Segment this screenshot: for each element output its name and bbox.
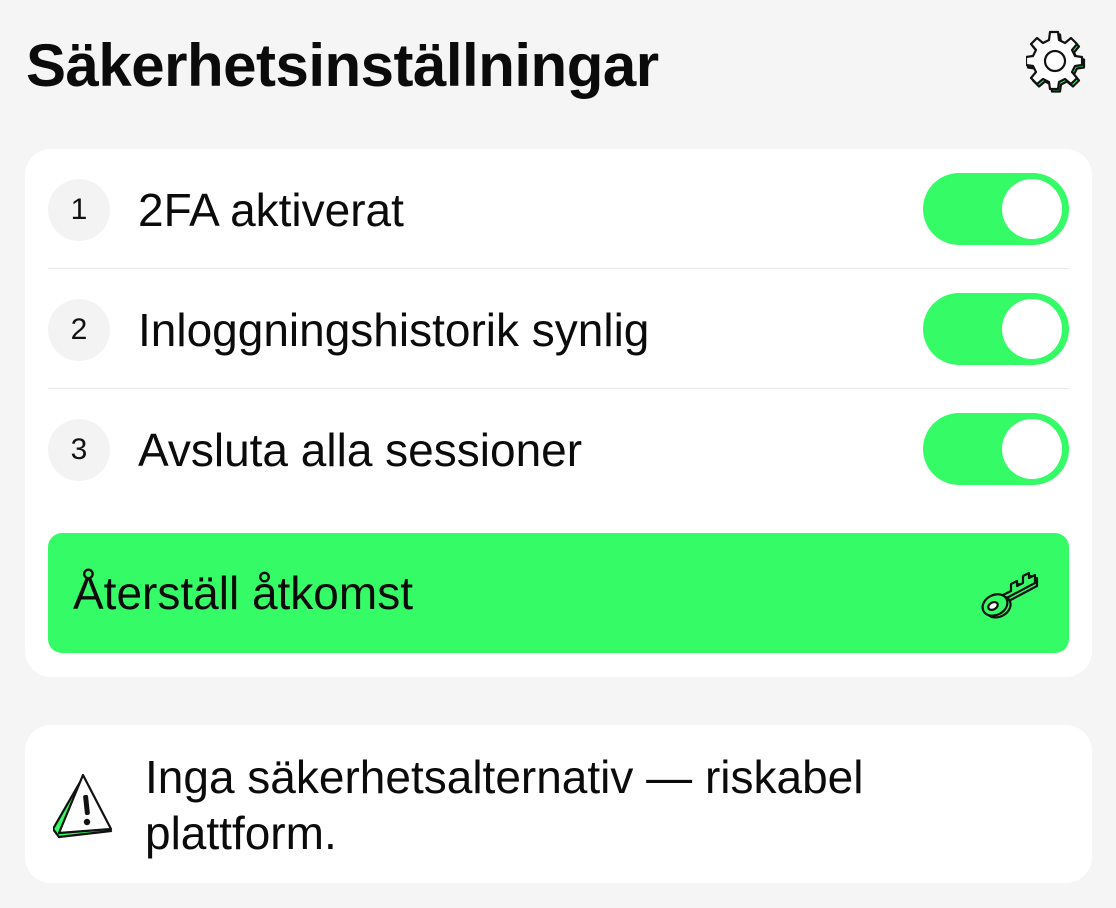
setting-row-login-history: 2 Inloggningshistorik synlig [48,269,1069,389]
reset-access-label: Återställ åtkomst [73,567,413,619]
row-label: 2FA aktiverat [138,184,404,236]
settings-card: 1 2FA aktiverat 2 Inloggningshistorik sy… [25,149,1092,677]
row-number: 3 [48,419,110,481]
setting-row-end-sessions: 3 Avsluta alla sessioner [48,389,1069,509]
row-label: Inloggningshistorik synlig [138,304,650,356]
warning-notice: Inga säkerhetsalternativ — riskabel plat… [25,725,1092,883]
gear-icon[interactable] [1024,30,1086,96]
notice-text: Inga säkerhetsalternativ — riskabel plat… [145,751,864,859]
key-icon [979,561,1043,625]
warning-icon [51,771,117,839]
toggle-login-history[interactable] [923,293,1069,365]
toggle-end-sessions[interactable] [923,413,1069,485]
toggle-2fa[interactable] [923,173,1069,245]
row-number: 1 [48,179,110,241]
toggle-knob [1002,299,1062,359]
reset-access-button[interactable]: Återställ åtkomst [48,533,1069,653]
toggle-knob [1002,419,1062,479]
toggle-knob [1002,179,1062,239]
setting-row-2fa: 1 2FA aktiverat [48,149,1069,269]
page-title: Säkerhetsinställningar [26,32,659,99]
row-label: Avsluta alla sessioner [138,424,583,476]
header: Säkerhetsinställningar [26,24,1090,108]
row-number: 2 [48,299,110,361]
